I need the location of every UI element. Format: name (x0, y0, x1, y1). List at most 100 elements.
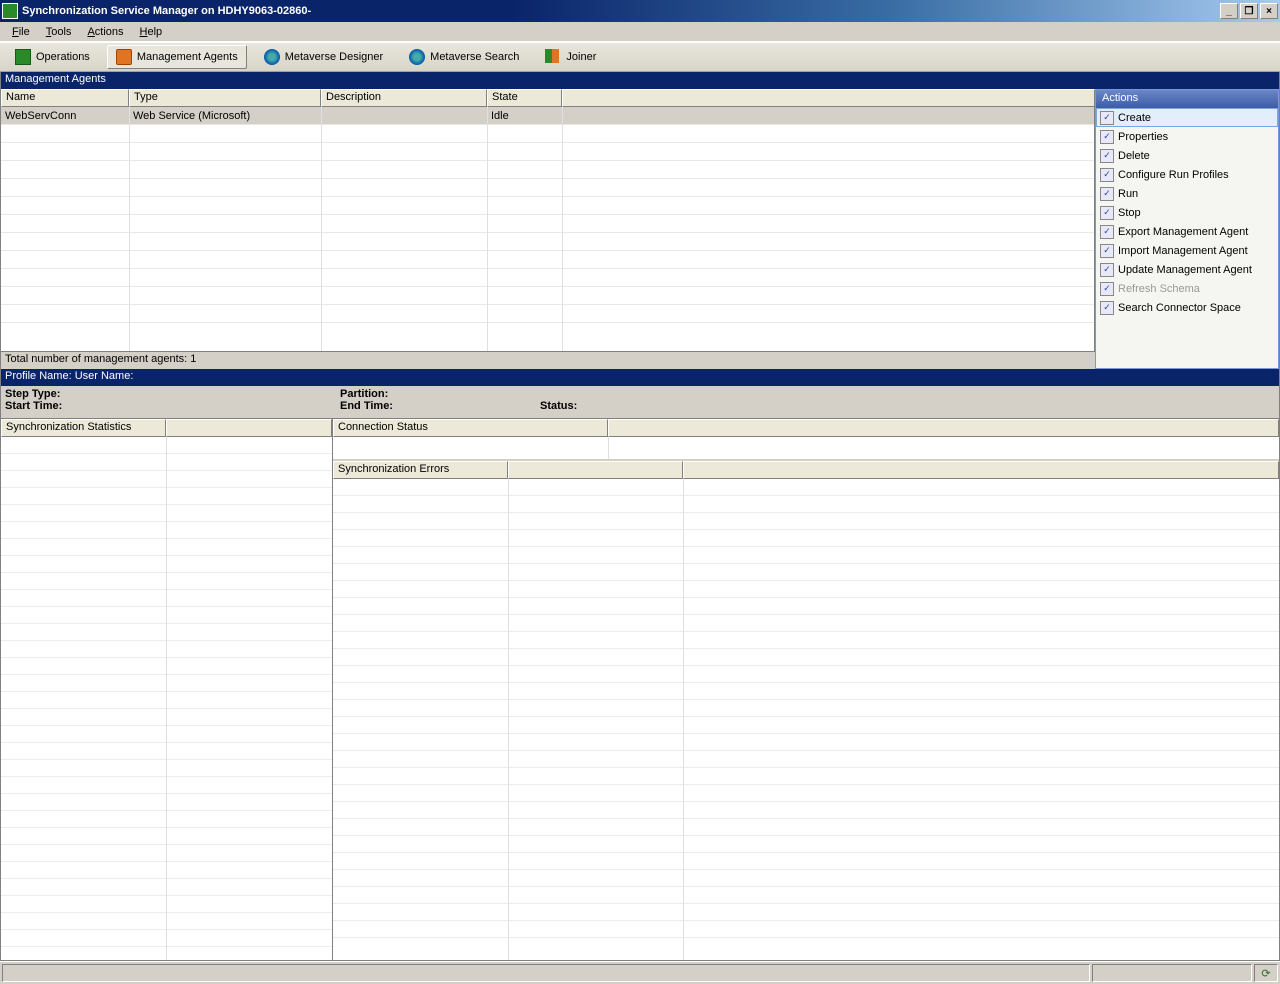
refresh-icon: ⟳ (1261, 967, 1270, 980)
status-cell-icon: ⟳ (1254, 964, 1278, 982)
sync-stats-col2[interactable] (166, 419, 332, 437)
action-icon: ✓ (1100, 301, 1114, 315)
management-agents-header: Management Agents (1, 72, 1279, 89)
action-label: Refresh Schema (1118, 283, 1200, 295)
toolbar-management-agents[interactable]: Management Agents (107, 45, 247, 69)
partition-label: Partition: (340, 388, 388, 400)
col-type[interactable]: Type (129, 89, 321, 107)
action-run[interactable]: ✓ Run (1096, 184, 1278, 203)
action-icon: ✓ (1100, 187, 1114, 201)
management-agents-icon (116, 49, 132, 65)
ma-row[interactable]: WebServConn Web Service (Microsoft) Idle (1, 107, 1094, 125)
action-stop[interactable]: ✓ Stop (1096, 203, 1278, 222)
menubar: File Tools Actions Help (0, 22, 1280, 42)
action-label: Export Management Agent (1118, 226, 1248, 238)
action-export-management-agent[interactable]: ✓ Export Management Agent (1096, 222, 1278, 241)
action-label: Update Management Agent (1118, 264, 1252, 276)
toolbar-metaverse-search[interactable]: Metaverse Search (400, 45, 528, 69)
action-update-management-agent[interactable]: ✓ Update Management Agent (1096, 260, 1278, 279)
col-name[interactable]: Name (1, 89, 129, 107)
titlebar: Synchronization Service Manager on HDHY9… (0, 0, 1280, 22)
action-delete[interactable]: ✓ Delete (1096, 146, 1278, 165)
action-icon: ✓ (1100, 263, 1114, 277)
action-properties[interactable]: ✓ Properties (1096, 127, 1278, 146)
action-icon: ✓ (1100, 111, 1114, 125)
sync-errors-col2[interactable] (508, 461, 683, 479)
start-time-label: Start Time: (5, 400, 62, 412)
action-label: Run (1118, 188, 1138, 200)
close-button[interactable]: × (1260, 3, 1278, 19)
maximize-button[interactable]: ❐ (1240, 3, 1258, 19)
connection-status-body[interactable] (333, 437, 1279, 459)
sync-errors-col3[interactable] (683, 461, 1279, 479)
end-time-label: End Time: (340, 400, 393, 412)
action-icon: ✓ (1100, 282, 1114, 296)
toolbar: Operations Management Agents Metaverse D… (0, 42, 1280, 72)
col-state[interactable]: State (487, 89, 562, 107)
action-label: Create (1118, 112, 1151, 124)
action-icon: ✓ (1100, 168, 1114, 182)
toolbar-joiner[interactable]: Joiner (536, 45, 605, 69)
status-label: Status: (540, 400, 577, 412)
metaverse-search-icon (409, 49, 425, 65)
toolbar-operations[interactable]: Operations (6, 45, 99, 69)
ma-state: Idle (487, 109, 562, 123)
toolbar-metaverse-designer[interactable]: Metaverse Designer (255, 45, 392, 69)
operations-label: Operations (36, 51, 90, 63)
action-icon: ✓ (1100, 130, 1114, 144)
status-cell-1 (2, 964, 1090, 982)
menu-tools[interactable]: Tools (38, 24, 80, 40)
app-icon (2, 3, 18, 19)
joiner-icon (545, 49, 561, 65)
action-create[interactable]: ✓ Create (1096, 108, 1278, 127)
action-search-connector-space[interactable]: ✓ Search Connector Space (1096, 298, 1278, 317)
col-description[interactable]: Description (321, 89, 487, 107)
ma-count: Total number of management agents: 1 (1, 351, 1095, 369)
action-refresh-schema: ✓ Refresh Schema (1096, 279, 1278, 298)
profile-info: Step Type: Start Time: Partition: End Ti… (1, 386, 1279, 418)
sync-stats-body[interactable] (1, 437, 332, 960)
operations-icon (15, 49, 31, 65)
minimize-button[interactable]: _ (1220, 3, 1238, 19)
connection-status-col2[interactable] (608, 419, 1279, 437)
metaverse-designer-label: Metaverse Designer (285, 51, 383, 63)
menu-help[interactable]: Help (132, 24, 171, 40)
actions-pane: Actions ✓ Create ✓ Properties ✓ Delete ✓ Config… (1095, 89, 1279, 369)
action-label: Search Connector Space (1118, 302, 1241, 314)
metaverse-designer-icon (264, 49, 280, 65)
menu-actions[interactable]: Actions (79, 24, 131, 40)
step-type-label: Step Type: (5, 388, 60, 400)
action-icon: ✓ (1100, 149, 1114, 163)
action-configure-run-profiles[interactable]: ✓ Configure Run Profiles (1096, 165, 1278, 184)
sync-errors-header[interactable]: Synchronization Errors (333, 461, 508, 479)
action-label: Delete (1118, 150, 1150, 162)
window-title: Synchronization Service Manager on HDHY9… (22, 5, 1220, 17)
management-agents-label: Management Agents (137, 51, 238, 63)
joiner-label: Joiner (566, 51, 596, 63)
sync-stats-panel: Synchronization Statistics (1, 419, 333, 960)
col-spacer (562, 89, 1095, 107)
management-agents-grid: Name Type Description State WebServConn … (1, 89, 1095, 369)
connection-status-panel: Connection Status (333, 419, 1279, 459)
action-label: Stop (1118, 207, 1141, 219)
action-icon: ✓ (1100, 225, 1114, 239)
ma-type: Web Service (Microsoft) (129, 109, 321, 123)
profile-header: Profile Name: User Name: (1, 369, 1279, 386)
action-import-management-agent[interactable]: ✓ Import Management Agent (1096, 241, 1278, 260)
statusbar: ⟳ (0, 961, 1280, 984)
actions-title: Actions (1096, 90, 1278, 108)
ma-description (321, 115, 487, 117)
action-label: Configure Run Profiles (1118, 169, 1229, 181)
action-icon: ✓ (1100, 206, 1114, 220)
ma-name: WebServConn (1, 109, 129, 123)
action-icon: ✓ (1100, 244, 1114, 258)
management-agents-body[interactable]: WebServConn Web Service (Microsoft) Idle (1, 107, 1095, 351)
action-label: Import Management Agent (1118, 245, 1248, 257)
menu-file[interactable]: File (4, 24, 38, 40)
action-label: Properties (1118, 131, 1168, 143)
sync-errors-body[interactable] (333, 479, 1279, 960)
connection-status-header[interactable]: Connection Status (333, 419, 608, 437)
metaverse-search-label: Metaverse Search (430, 51, 519, 63)
sync-stats-header[interactable]: Synchronization Statistics (1, 419, 166, 437)
status-cell-2 (1092, 964, 1252, 982)
